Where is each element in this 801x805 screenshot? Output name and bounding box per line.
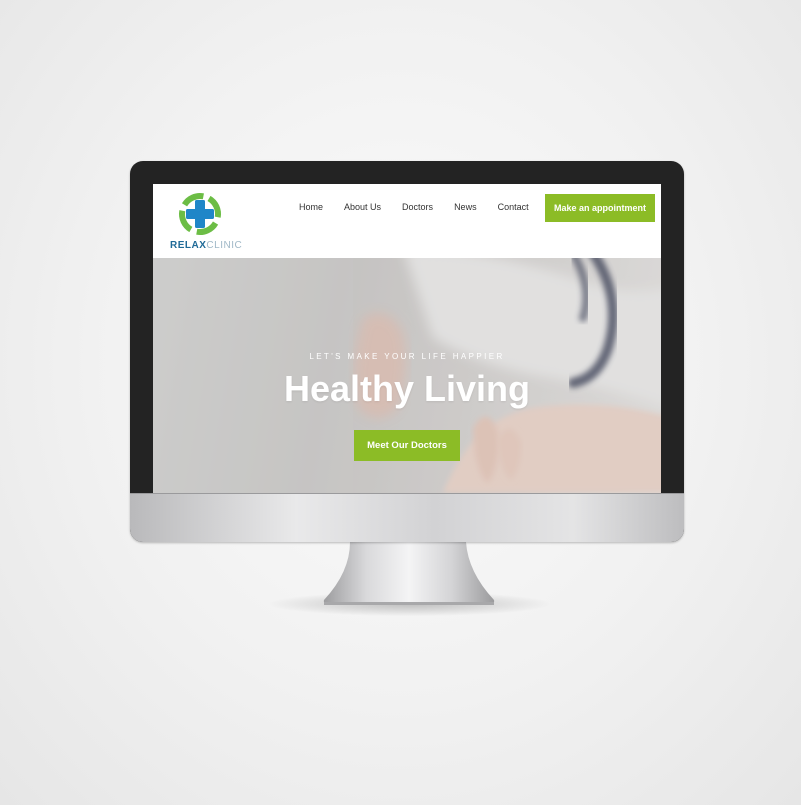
site-logo[interactable]: RELAXCLINIC [170, 190, 248, 256]
brand-name-part1: RELAX [170, 240, 207, 251]
nav-item-news[interactable]: News [454, 202, 477, 212]
medical-cross-icon [179, 193, 221, 235]
brand-name-part2: CLINIC [206, 240, 243, 251]
nav-item-about-us[interactable]: About Us [344, 202, 381, 212]
meet-our-doctors-button[interactable]: Meet Our Doctors [354, 430, 460, 461]
make-appointment-button[interactable]: Make an appointment [545, 194, 655, 222]
monitor-chin [130, 493, 684, 542]
monitor-stand [323, 542, 495, 605]
nav-item-doctors[interactable]: Doctors [402, 202, 433, 212]
brand-name: RELAXCLINIC [170, 240, 242, 251]
site-header: RELAXCLINIC Home About Us Doctors News C… [153, 184, 661, 258]
nav-item-contact[interactable]: Contact [498, 202, 529, 212]
hero-banner: LET'S MAKE YOUR LIFE HAPPIER Healthy Liv… [153, 258, 661, 493]
main-nav: Home About Us Doctors News Contact [299, 202, 550, 212]
nav-item-home[interactable]: Home [299, 202, 323, 212]
monitor-screen: RELAXCLINIC Home About Us Doctors News C… [153, 184, 661, 493]
hero-kicker: LET'S MAKE YOUR LIFE HAPPIER [309, 352, 505, 361]
hero-title: Healthy Living [283, 368, 531, 409]
desktop-monitor-mockup: RELAXCLINIC Home About Us Doctors News C… [0, 0, 801, 805]
